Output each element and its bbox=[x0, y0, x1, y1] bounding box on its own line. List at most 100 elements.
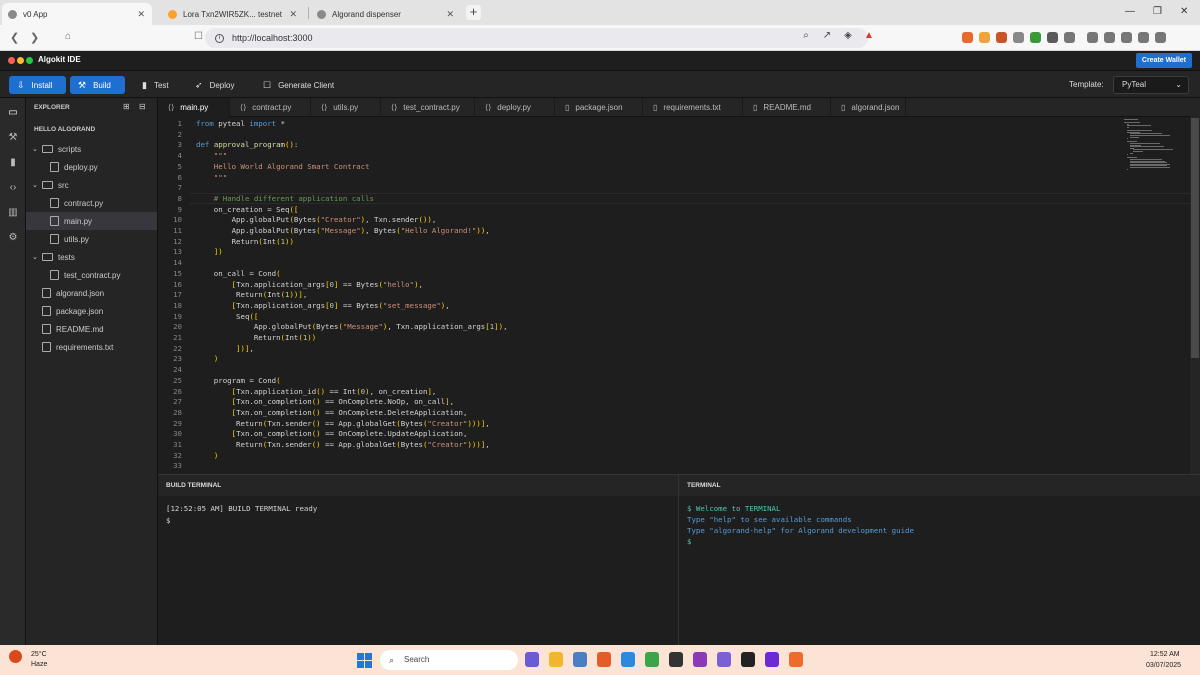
tree-file[interactable]: requirements.txt bbox=[26, 338, 157, 356]
sidebar-icon[interactable] bbox=[1087, 32, 1098, 43]
tree-folder[interactable]: ⌄ src bbox=[26, 176, 157, 194]
editor-tab-label: deploy.py bbox=[497, 103, 531, 112]
wallet-icon[interactable] bbox=[1104, 32, 1115, 43]
editor-tab[interactable]: ⟨⟩ main.py bbox=[158, 98, 230, 117]
chevron-down-icon[interactable]: ⌄ bbox=[32, 181, 42, 189]
wallet-extension-icon[interactable] bbox=[979, 32, 990, 43]
app-icon[interactable] bbox=[717, 652, 731, 667]
app-icon[interactable] bbox=[789, 652, 803, 667]
editor-tab[interactable]: ⟨⟩ test_contract.py bbox=[381, 98, 475, 117]
address-bar[interactable]: i http://localhost:3000 bbox=[205, 28, 868, 48]
menu-icon[interactable] bbox=[1155, 32, 1166, 43]
editor-tab[interactable]: ▯ requirements.txt bbox=[643, 98, 743, 117]
metamask-extension-icon[interactable] bbox=[962, 32, 973, 43]
rewards-icon[interactable]: ▲ bbox=[863, 30, 875, 42]
maximize-icon[interactable]: ❐ bbox=[1153, 6, 1162, 17]
windows-start-icon[interactable] bbox=[357, 653, 372, 668]
tree-file[interactable]: package.json bbox=[26, 302, 157, 320]
app-icon[interactable] bbox=[765, 652, 779, 667]
back-icon[interactable]: ❮ bbox=[10, 31, 19, 44]
close-tab-icon[interactable]: ✕ bbox=[137, 9, 145, 20]
terminal-app-icon[interactable] bbox=[669, 652, 683, 667]
browser-tab-v0-app[interactable]: v0 App ✕ bbox=[2, 3, 152, 25]
editor-tab[interactable]: ⟨⟩ utils.py bbox=[311, 98, 381, 117]
editor-tab[interactable]: ⟨⟩ contract.py bbox=[230, 98, 311, 117]
leo-ai-icon[interactable] bbox=[1121, 32, 1132, 43]
editor-tab[interactable]: ⟨⟩ deploy.py bbox=[475, 98, 555, 117]
editor-tab[interactable]: ▯ algorand.json bbox=[831, 98, 906, 117]
code-text: ]) bbox=[213, 247, 223, 257]
new-file-icon[interactable]: ⊞ bbox=[123, 102, 130, 111]
close-tab-icon[interactable]: ✕ bbox=[446, 9, 454, 20]
tree-file[interactable]: utils.py bbox=[26, 230, 157, 248]
extension-icon[interactable] bbox=[1030, 32, 1041, 43]
zoom-icon[interactable]: ⌕ bbox=[800, 30, 812, 42]
chrome-icon[interactable] bbox=[645, 652, 659, 667]
tree-file[interactable]: main.py bbox=[26, 212, 157, 230]
onenote-icon[interactable] bbox=[693, 652, 707, 667]
zoom-dot-icon[interactable] bbox=[26, 57, 33, 64]
minimize-icon[interactable]: — bbox=[1125, 6, 1135, 17]
close-window-icon[interactable]: ✕ bbox=[1180, 6, 1188, 17]
vpn-icon[interactable] bbox=[1138, 32, 1149, 43]
code-icon[interactable]: ‹› bbox=[6, 181, 20, 195]
generate-client-button[interactable]: ☐ Generate Client bbox=[255, 76, 342, 94]
brave-icon[interactable] bbox=[597, 652, 611, 667]
extensions-bar bbox=[962, 32, 1166, 43]
terminal[interactable]: TERMINAL $ Welcome to TERMINAL Type "hel… bbox=[679, 474, 1200, 645]
gear-icon[interactable]: ⚙ bbox=[6, 231, 20, 245]
new-tab-button[interactable]: + bbox=[466, 5, 481, 20]
tree-file[interactable]: test_contract.py bbox=[26, 266, 157, 284]
tree-file[interactable]: contract.py bbox=[26, 194, 157, 212]
taskbar-search[interactable]: ⌕ Search bbox=[380, 650, 518, 670]
install-button[interactable]: ⇩ Install bbox=[9, 76, 66, 94]
editor-tab[interactable]: ▯ README.md bbox=[743, 98, 831, 117]
bookmark-icon[interactable]: ☐ bbox=[194, 31, 203, 42]
editor-scroll-thumb[interactable] bbox=[1191, 118, 1199, 358]
forward-icon[interactable]: ❯ bbox=[30, 31, 39, 44]
photos-icon[interactable] bbox=[573, 652, 587, 667]
editor-tab[interactable]: ▯ package.json bbox=[555, 98, 643, 117]
site-info-icon[interactable]: i bbox=[215, 33, 224, 43]
line-number: 3 bbox=[177, 140, 182, 150]
deploy-button[interactable]: ➶ Deploy bbox=[187, 76, 242, 94]
test-button[interactable]: ▮ Test bbox=[134, 76, 177, 94]
close-dot-icon[interactable] bbox=[8, 57, 15, 64]
app-icon[interactable] bbox=[741, 652, 755, 667]
weather-icon[interactable] bbox=[9, 650, 22, 663]
hammer-icon[interactable]: ⚒ bbox=[6, 131, 20, 145]
vscode-icon[interactable] bbox=[621, 652, 635, 667]
tree-file[interactable]: README.md bbox=[26, 320, 157, 338]
puzzle-icon[interactable] bbox=[1064, 32, 1075, 43]
build-button[interactable]: ⚒ Build bbox=[70, 76, 125, 94]
activity-bar: ▭ ⚒ ▮ ‹› ▥ ⚙ bbox=[0, 98, 26, 645]
shield-icon[interactable]: ◈ bbox=[842, 30, 854, 42]
tree-folder[interactable]: ⌄ scripts bbox=[26, 140, 157, 158]
minimap[interactable] bbox=[1120, 117, 1190, 177]
browser-tab-dispenser[interactable]: Algorand dispenser ✕ bbox=[311, 3, 461, 25]
code-editor[interactable]: 1 from pyteal import * 2 3 def approval_prog… bbox=[158, 117, 1190, 474]
create-wallet-button[interactable]: Create Wallet bbox=[1135, 53, 1192, 68]
home-icon[interactable]: ⌂ bbox=[65, 31, 71, 42]
template-select[interactable]: PyTeal ⌄ bbox=[1113, 76, 1189, 94]
chevron-down-icon[interactable]: ⌄ bbox=[32, 253, 42, 261]
tree-file[interactable]: deploy.py bbox=[26, 158, 157, 176]
extension-icon[interactable] bbox=[996, 32, 1007, 43]
extension-icon[interactable] bbox=[1013, 32, 1024, 43]
files-icon[interactable]: ▭ bbox=[6, 106, 20, 120]
minimize-dot-icon[interactable] bbox=[17, 57, 24, 64]
close-tab-icon[interactable]: ✕ bbox=[289, 9, 297, 20]
teams-icon[interactable] bbox=[525, 652, 539, 667]
browser-tab-lora[interactable]: Lora Txn2WIR5ZK... testnet ✕ bbox=[162, 3, 304, 25]
extension-icon[interactable] bbox=[1047, 32, 1058, 43]
build-terminal[interactable]: BUILD TERMINAL [12:52:05 AM] BUILD TERMI… bbox=[158, 474, 679, 645]
book-icon[interactable]: ▥ bbox=[6, 206, 20, 220]
tree-folder[interactable]: ⌄ tests bbox=[26, 248, 157, 266]
chevron-down-icon[interactable]: ⌄ bbox=[32, 145, 42, 153]
new-folder-icon[interactable]: ⊟ bbox=[139, 102, 146, 111]
test-tube-icon[interactable]: ▮ bbox=[6, 156, 20, 170]
share-icon[interactable]: ↗ bbox=[821, 30, 833, 42]
tree-file[interactable]: algorand.json bbox=[26, 284, 157, 302]
code-text: on_call = Cond( bbox=[196, 268, 281, 278]
file-explorer-icon[interactable] bbox=[549, 652, 563, 667]
